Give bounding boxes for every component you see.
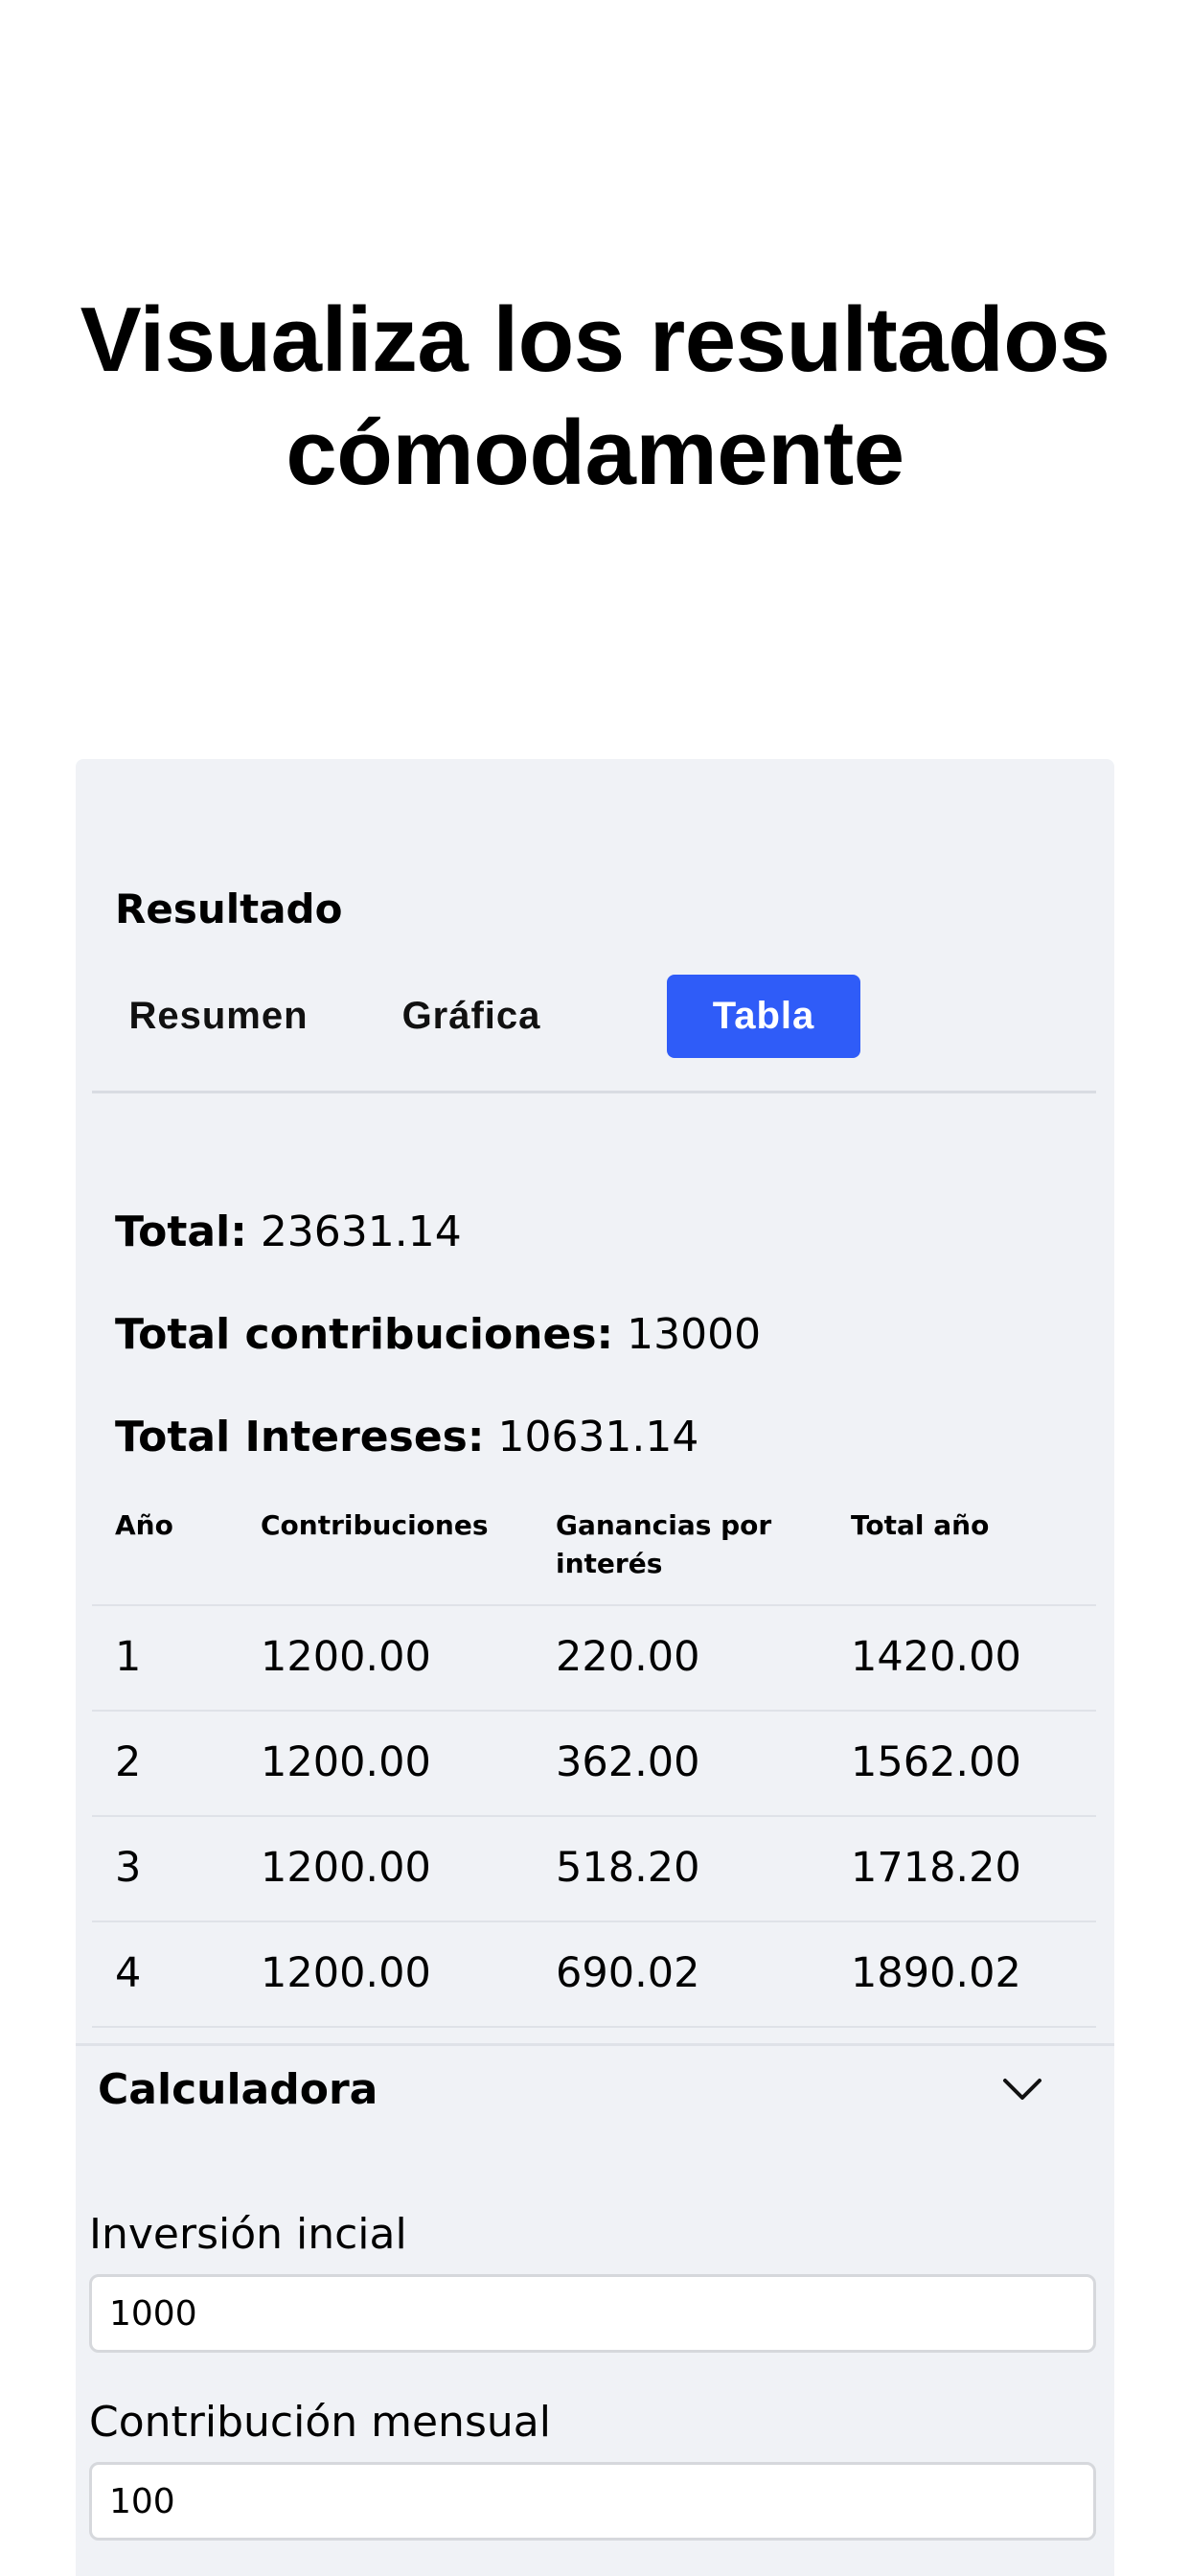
cell-interest: 362.00 [556,1738,700,1786]
cell-interest: 690.02 [556,1949,700,1997]
chevron-down-icon[interactable] [1001,2075,1043,2104]
monthly-contribution-input[interactable] [89,2462,1096,2541]
total-contributions-value: 13000 [627,1310,762,1359]
total-value: 23631.14 [260,1208,462,1256]
cell-contributions: 1200.00 [261,1633,431,1681]
results-title: Resultado [115,886,343,932]
cell-year: 4 [115,1949,142,1997]
calculator-accordion-header[interactable]: Calculadora [76,2046,1114,2151]
cell-year: 1 [115,1633,142,1681]
tabs-divider [92,1091,1096,1093]
total-stat: Total: 23631.14 [115,1208,462,1256]
results-table: Año Contribuciones Ganancias por interés… [92,1506,1096,2028]
table-row: 1 1200.00 220.00 1420.00 [92,1606,1096,1712]
table-row: 3 1200.00 518.20 1718.20 [92,1817,1096,1922]
cell-total: 1562.00 [851,1738,1021,1786]
results-card: Resultado Resumen Gráfica Tabla Total: 2… [76,759,1114,2576]
cell-contributions: 1200.00 [261,1738,431,1786]
calculator-title: Calculadora [98,2065,378,2114]
cell-total: 1890.02 [851,1949,1021,1997]
total-contributions-stat: Total contribuciones: 13000 [115,1310,761,1359]
table-row: 4 1200.00 690.02 1890.02 [92,1922,1096,2028]
total-interest-value: 10631.14 [497,1413,699,1461]
cell-year: 3 [115,1844,142,1892]
results-tabs: Resumen Gráfica Tabla [92,975,1096,1074]
header-interest-earnings: Ganancias por interés [556,1509,772,1579]
tab-resumen[interactable]: Resumen [92,975,345,1058]
monthly-contribution-label: Contribución mensual [89,2398,551,2447]
cell-contributions: 1200.00 [261,1844,431,1892]
total-interest-stat: Total Intereses: 10631.14 [115,1413,698,1461]
total-contributions-label: Total contribuciones: [115,1310,614,1359]
cell-interest: 220.00 [556,1633,700,1681]
tab-grafica[interactable]: Gráfica [345,975,598,1058]
header-year-total: Total año [851,1509,990,1541]
header-contributions: Contribuciones [261,1509,489,1541]
cell-total: 1718.20 [851,1844,1021,1892]
initial-investment-label: Inversión incial [89,2210,407,2259]
cell-year: 2 [115,1738,142,1786]
table-row: 2 1200.00 362.00 1562.00 [92,1712,1096,1817]
headline-line-1: Visualiza los resultados [80,288,1110,392]
total-label: Total: [115,1208,247,1256]
headline-line-2: cómodamente [286,402,904,505]
cell-interest: 518.20 [556,1844,700,1892]
total-interest-label: Total Intereses: [115,1413,485,1461]
page-headline: Visualiza los resultados cómodamente [0,284,1190,510]
table-header-row: Año Contribuciones Ganancias por interés… [92,1506,1096,1606]
cell-total: 1420.00 [851,1633,1021,1681]
initial-investment-input[interactable] [89,2274,1096,2353]
tab-tabla[interactable]: Tabla [667,975,860,1058]
cell-contributions: 1200.00 [261,1949,431,1997]
header-year: Año [115,1509,173,1541]
